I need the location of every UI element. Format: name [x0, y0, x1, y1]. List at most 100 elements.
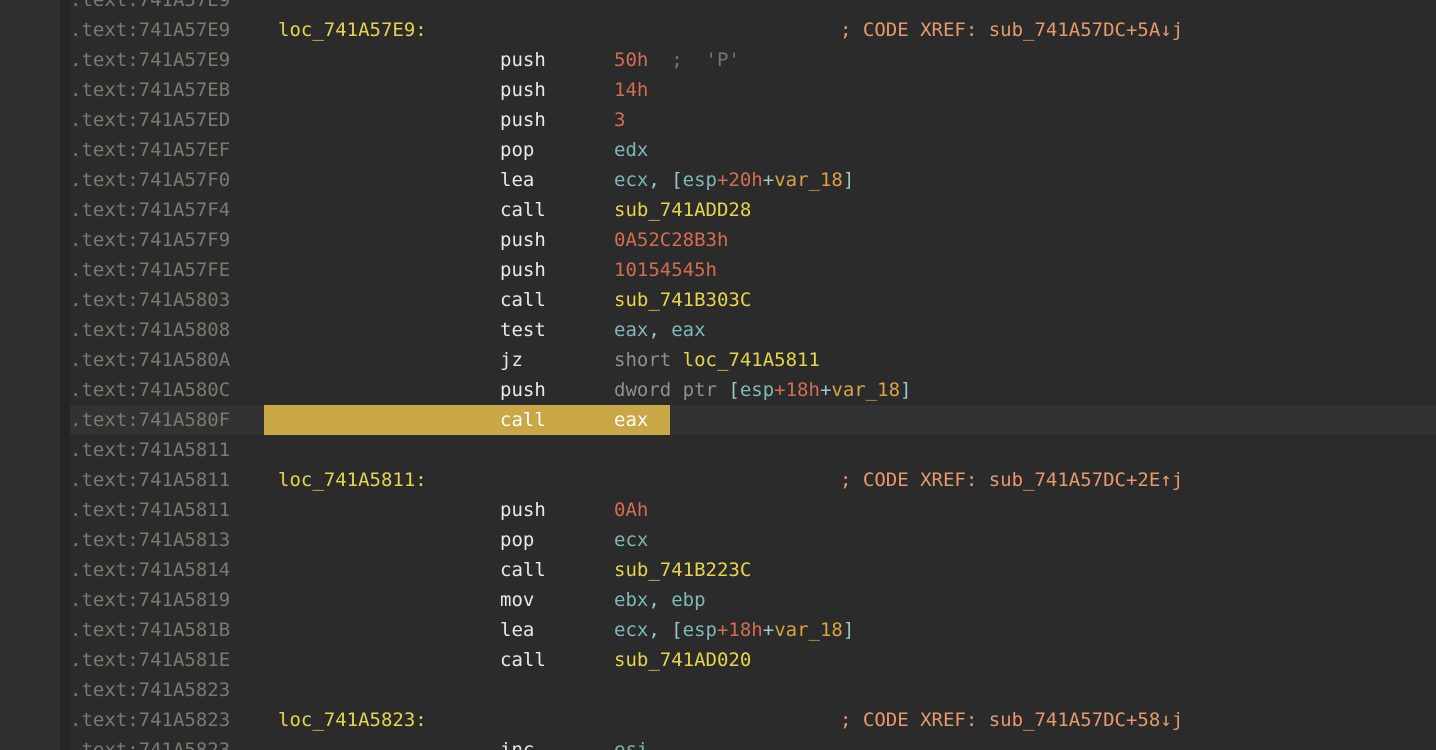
disasm-line[interactable]: .text:741A5814 call sub_741B223C [0, 555, 1436, 585]
instruction-mnemonic: push [500, 49, 546, 71]
line-address: .text:741A57E9 [70, 0, 231, 11]
code-xref-comment[interactable]: ; CODE XREF: sub_741A57DC+58↓j [840, 705, 1183, 735]
instruction-operands[interactable]: dword ptr [esp+18h+var_18] [614, 375, 911, 405]
line-address: .text:741A580A [70, 349, 231, 371]
line-address: .text:741A581B [70, 619, 231, 641]
disasm-line[interactable]: .text:741A57E9 [0, 0, 1436, 15]
instruction-mnemonic: push [500, 259, 546, 281]
disasm-line[interactable]: .text:741A5803 call sub_741B303C [0, 285, 1436, 315]
instruction-operands[interactable]: sub_741B223C [614, 555, 751, 585]
instruction-operands[interactable]: sub_741B303C [614, 285, 751, 315]
line-address: .text:741A5814 [70, 559, 231, 581]
line-address: .text:741A580C [70, 379, 231, 401]
selection-highlight [264, 405, 670, 435]
disasm-line[interactable]: .text:741A57ED push 3 [0, 105, 1436, 135]
code-xref-comment[interactable]: ; CODE XREF: sub_741A57DC+2E↑j [840, 465, 1183, 495]
instruction-mnemonic: test [500, 319, 546, 341]
instruction-operands[interactable]: 50h ; 'P' [614, 45, 740, 75]
line-address: .text:741A5811 [70, 499, 231, 521]
instruction-mnemonic: push [500, 499, 546, 521]
line-address: .text:741A5811 [70, 469, 231, 491]
line-address: .text:741A5803 [70, 289, 231, 311]
instruction-operands[interactable]: 3 [614, 105, 625, 135]
disasm-line[interactable]: .text:741A5808 test eax, eax [0, 315, 1436, 345]
line-address: .text:741A57FE [70, 259, 231, 281]
instruction-operands[interactable]: ecx, [esp+20h+var_18] [614, 165, 854, 195]
instruction-operands[interactable]: sub_741AD020 [614, 645, 751, 675]
disasm-line[interactable]: .text:741A5823 inc esi [0, 735, 1436, 750]
instruction-mnemonic: lea [500, 169, 535, 191]
disasm-line[interactable]: .text:741A57E9 push 50h ; 'P' [0, 45, 1436, 75]
code-lines[interactable]: .text:741A57E9 .text:741A57E9 loc_741A57E9… [0, 0, 1436, 750]
instruction-operands[interactable]: ecx, [esp+18h+var_18] [614, 615, 854, 645]
instruction-operands[interactable]: eax, eax [614, 315, 706, 345]
disasm-line[interactable]: .text:741A5811 push 0Ah [0, 495, 1436, 525]
disasm-line[interactable]: .text:741A57F0 lea ecx, [esp+20h+var_18] [0, 165, 1436, 195]
disasm-line[interactable]: .text:741A57F9 push 0A52C28B3h [0, 225, 1436, 255]
disasm-line[interactable]: .text:741A5823 [0, 675, 1436, 705]
disasm-line[interactable]: .text:741A57E9 loc_741A57E9: ; CODE XREF: … [0, 15, 1436, 45]
code-xref-comment[interactable]: ; CODE XREF: sub_741A57DC+5A↓j [840, 15, 1183, 45]
instruction-operands[interactable]: eax [614, 405, 648, 435]
instruction-operands[interactable]: 0A52C28B3h [614, 225, 728, 255]
line-address: .text:741A57EF [70, 139, 231, 161]
instruction-mnemonic: inc [500, 739, 535, 750]
instruction-operands[interactable]: short loc_741A5811 [614, 345, 820, 375]
instruction-mnemonic: call [500, 559, 546, 581]
instruction-operands[interactable]: 0Ah [614, 495, 648, 525]
instruction-mnemonic: push [500, 229, 546, 251]
instruction-mnemonic: push [500, 379, 546, 401]
instruction-mnemonic: push [500, 79, 546, 101]
line-address: .text:741A57E9 [70, 49, 231, 71]
disasm-line[interactable]: .text:741A5811 [0, 435, 1436, 465]
instruction-operands[interactable]: ebx, ebp [614, 585, 706, 615]
disassembly-view[interactable]: .text:741A57E9 .text:741A57E9 loc_741A57E9… [0, 0, 1436, 750]
disasm-line[interactable]: .text:741A580C push dword ptr [esp+18h+var… [0, 375, 1436, 405]
disasm-line[interactable]: .text:741A57FE push 10154545h [0, 255, 1436, 285]
line-address: .text:741A57E9 [70, 19, 231, 41]
code-label[interactable]: loc_741A5823: [278, 705, 427, 735]
instruction-operands[interactable]: 10154545h [614, 255, 717, 285]
line-address: .text:741A5823 [70, 739, 231, 750]
disasm-line[interactable]: .text:741A5819 mov ebx, ebp [0, 585, 1436, 615]
line-address: .text:741A580F [70, 409, 231, 431]
instruction-operands[interactable]: 14h [614, 75, 648, 105]
line-address: .text:741A5819 [70, 589, 231, 611]
line-address: .text:741A5823 [70, 679, 231, 701]
disasm-line[interactable]: .text:741A581E call sub_741AD020 [0, 645, 1436, 675]
instruction-mnemonic: lea [500, 619, 535, 641]
instruction-mnemonic: pop [500, 529, 535, 551]
instruction-mnemonic: pop [500, 139, 535, 161]
line-address: .text:741A5813 [70, 529, 231, 551]
disasm-line[interactable]: .text:741A5823 loc_741A5823: ; CODE XREF: … [0, 705, 1436, 735]
line-address: .text:741A581E [70, 649, 231, 671]
disasm-line[interactable]: .text:741A580A jz short loc_741A5811 [0, 345, 1436, 375]
line-address: .text:741A5823 [70, 709, 231, 731]
instruction-mnemonic: jz [500, 349, 523, 371]
disasm-line[interactable]: .text:741A581B lea ecx, [esp+18h+var_18] [0, 615, 1436, 645]
instruction-operands[interactable]: edx [614, 135, 648, 165]
instruction-operands[interactable]: esi [614, 735, 648, 750]
disasm-line[interactable]: .text:741A57EF pop edx [0, 135, 1436, 165]
instruction-operands[interactable]: sub_741ADD28 [614, 195, 751, 225]
line-address: .text:741A57F9 [70, 229, 231, 251]
instruction-operands[interactable]: ecx [614, 525, 648, 555]
disasm-line[interactable]: .text:741A5813 pop ecx [0, 525, 1436, 555]
gutter-separator [60, 0, 70, 750]
line-address: .text:741A57EB [70, 79, 231, 101]
instruction-mnemonic: call [500, 649, 546, 671]
disasm-line[interactable]: .text:741A5811 loc_741A5811: ; CODE XREF: … [0, 465, 1436, 495]
instruction-mnemonic: call [500, 289, 546, 311]
instruction-mnemonic: call [500, 409, 546, 431]
instruction-mnemonic: call [500, 199, 546, 221]
line-address: .text:741A57F4 [70, 199, 231, 221]
line-address: .text:741A57ED [70, 109, 231, 131]
disasm-line[interactable]: .text:741A580F call eax [0, 405, 1436, 435]
line-address: .text:741A5811 [70, 439, 231, 461]
disasm-line[interactable]: .text:741A57EB push 14h [0, 75, 1436, 105]
line-address: .text:741A5808 [70, 319, 231, 341]
code-label[interactable]: loc_741A5811: [278, 465, 427, 495]
line-address: .text:741A57F0 [70, 169, 231, 191]
code-label[interactable]: loc_741A57E9: [278, 15, 427, 45]
disasm-line[interactable]: .text:741A57F4 call sub_741ADD28 [0, 195, 1436, 225]
